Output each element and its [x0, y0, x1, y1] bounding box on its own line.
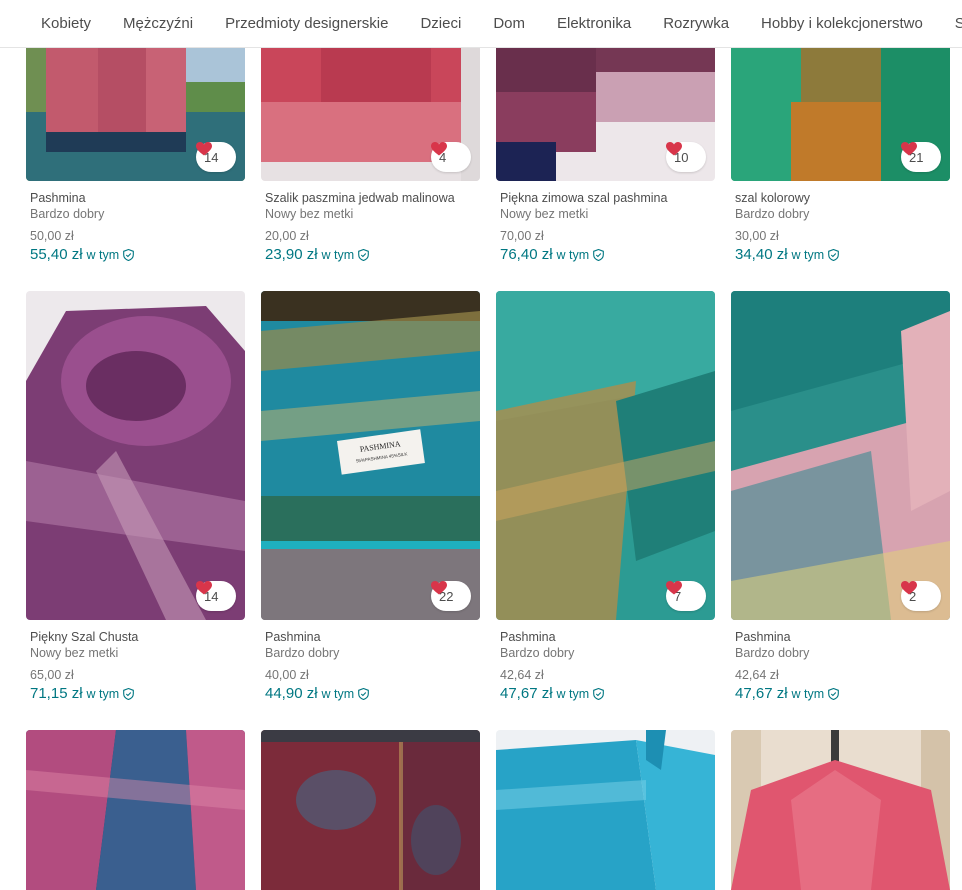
favorite-button[interactable]: 2	[901, 581, 941, 611]
shield-icon	[828, 248, 840, 261]
item-photo[interactable]	[496, 730, 715, 890]
item-title[interactable]: Piękny Szal Chusta	[30, 629, 245, 645]
item-price: 42,64 zł	[500, 668, 544, 682]
shield-icon	[123, 248, 135, 261]
total-includes-label: w tym	[556, 686, 590, 701]
total-amount: 23,90 zł	[265, 246, 318, 263]
item-card	[496, 730, 715, 890]
total-amount: 47,67 zł	[735, 685, 788, 702]
item-condition: Bardzo dobry	[30, 207, 105, 221]
nav-item-kids[interactable]: Dzieci	[404, 0, 477, 47]
item-title[interactable]: Pashmina	[735, 629, 950, 645]
heart-icon	[666, 581, 682, 595]
item-price: 70,00 zł	[500, 229, 544, 243]
favorite-button[interactable]: 10	[666, 142, 706, 172]
item-total-price[interactable]: 55,40 zł w tym	[30, 246, 245, 263]
item-title[interactable]: Pashmina	[265, 629, 480, 645]
item-total-price[interactable]: 76,40 zł w tym	[500, 246, 715, 263]
total-amount: 44,90 zł	[265, 685, 318, 702]
item-total-price[interactable]: 47,67 zł w tym	[500, 685, 715, 702]
total-includes-label: w tym	[791, 247, 825, 262]
heart-icon	[901, 142, 917, 156]
item-card	[261, 730, 480, 890]
shield-icon	[358, 248, 370, 261]
total-amount: 55,40 zł	[30, 246, 83, 263]
nav-item-entertainment[interactable]: Rozrywka	[647, 0, 745, 47]
item-photo[interactable]	[261, 730, 480, 890]
nav-item-women[interactable]: Kobiety	[0, 0, 107, 47]
item-total-price[interactable]: 34,40 zł w tym	[735, 246, 950, 263]
item-card: 14 Piękny Szal Chusta Nowy bez metki 65,…	[26, 291, 245, 702]
item-title[interactable]: szal kolorowy	[735, 190, 950, 206]
item-price: 65,00 zł	[30, 668, 74, 682]
item-price: 40,00 zł	[265, 668, 309, 682]
item-price: 42,64 zł	[735, 668, 779, 682]
item-card: 2 Pashmina Bardzo dobry 42,64 zł 47,67 z…	[731, 291, 950, 702]
heart-icon	[901, 581, 917, 595]
item-condition: Nowy bez metki	[30, 646, 119, 660]
nav-item-home[interactable]: Dom	[477, 0, 541, 47]
nav-item-hobby[interactable]: Hobby i kolekcjonerstwo	[745, 0, 939, 47]
favorite-button[interactable]: 7	[666, 581, 706, 611]
item-total-price[interactable]: 71,15 zł w tym	[30, 685, 245, 702]
total-amount: 47,67 zł	[500, 685, 553, 702]
item-title[interactable]: Piękna zimowa szal pashmina	[500, 190, 715, 206]
total-amount: 76,40 zł	[500, 246, 553, 263]
total-includes-label: w tym	[321, 686, 355, 701]
total-includes-label: w tym	[86, 686, 120, 701]
heart-icon	[666, 142, 682, 156]
nav-item-sport[interactable]: Sport	[939, 0, 962, 47]
item-price: 20,00 zł	[265, 229, 309, 243]
item-total-price[interactable]: 47,67 zł w tym	[735, 685, 950, 702]
item-condition: Bardzo dobry	[735, 207, 810, 221]
item-card	[731, 730, 950, 890]
heart-icon	[431, 142, 447, 156]
nav-item-electronics[interactable]: Elektronika	[541, 0, 647, 47]
item-condition: Nowy bez metki	[265, 207, 354, 221]
favorite-button[interactable]: 4	[431, 142, 471, 172]
item-condition: Bardzo dobry	[500, 646, 575, 660]
total-includes-label: w tym	[791, 686, 825, 701]
item-photo[interactable]	[731, 730, 950, 890]
item-total-price[interactable]: 44,90 zł w tym	[265, 685, 480, 702]
category-nav: Kobiety Mężczyźni Przedmioty designerski…	[0, 0, 962, 48]
heart-icon	[196, 142, 212, 156]
item-condition: Bardzo dobry	[265, 646, 340, 660]
item-photo[interactable]: PASHMINA 55%PASHMINA 45%SILK 22	[261, 291, 480, 620]
item-price: 50,00 zł	[30, 229, 74, 243]
item-photo[interactable]	[26, 730, 245, 890]
item-condition: Bardzo dobry	[735, 646, 810, 660]
item-title[interactable]: Szalik paszmina jedwab malinowa	[265, 190, 480, 206]
total-includes-label: w tym	[556, 247, 590, 262]
heart-icon	[431, 581, 447, 595]
item-photo[interactable]: 2	[731, 291, 950, 620]
shield-icon	[123, 687, 135, 700]
item-total-price[interactable]: 23,90 zł w tym	[265, 246, 480, 263]
favorite-button[interactable]: 14	[196, 142, 236, 172]
total-includes-label: w tym	[321, 247, 355, 262]
item-photo[interactable]: 14	[26, 291, 245, 620]
item-title[interactable]: Pashmina	[500, 629, 715, 645]
nav-item-designer[interactable]: Przedmioty designerskie	[209, 0, 404, 47]
nav-item-men[interactable]: Mężczyźni	[107, 0, 209, 47]
item-card	[26, 730, 245, 890]
item-title[interactable]: Pashmina	[30, 190, 245, 206]
total-amount: 71,15 zł	[30, 685, 83, 702]
shield-icon	[593, 248, 605, 261]
heart-icon	[196, 581, 212, 595]
item-price: 30,00 zł	[735, 229, 779, 243]
total-includes-label: w tym	[86, 247, 120, 262]
shield-icon	[593, 687, 605, 700]
shield-icon	[828, 687, 840, 700]
item-photo[interactable]: 7	[496, 291, 715, 620]
favorite-button[interactable]: 14	[196, 581, 236, 611]
shield-icon	[358, 687, 370, 700]
item-card: PASHMINA 55%PASHMINA 45%SILK 22 Pashmina…	[261, 291, 480, 702]
total-amount: 34,40 zł	[735, 246, 788, 263]
favorite-button[interactable]: 22	[431, 581, 471, 611]
favorite-button[interactable]: 21	[901, 142, 941, 172]
item-condition: Nowy bez metki	[500, 207, 589, 221]
item-card: 7 Pashmina Bardzo dobry 42,64 zł 47,67 z…	[496, 291, 715, 702]
